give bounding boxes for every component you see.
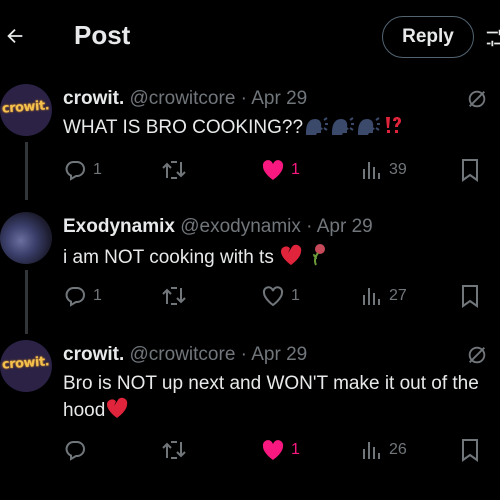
post-text: WHAT IS BRO COOKING?? <box>63 114 500 141</box>
reply-count: 1 <box>93 287 102 304</box>
views-action[interactable]: 26 <box>361 436 407 464</box>
heart-outline-icon <box>262 286 284 307</box>
repost-action[interactable] <box>161 436 193 464</box>
post-actions: 1 1 27 <box>63 282 500 312</box>
wilted-rose-emoji <box>313 244 326 266</box>
arrow-left-icon[interactable] <box>4 25 26 47</box>
reply-icon <box>65 287 85 307</box>
reply-action[interactable]: 1 <box>63 156 102 184</box>
repost-action[interactable] <box>161 156 193 184</box>
thread-line <box>25 142 28 200</box>
avatar[interactable] <box>0 212 52 264</box>
display-name[interactable]: crowit. <box>63 88 124 109</box>
reply-icon <box>65 441 85 461</box>
avatar-logo-text: crowit. <box>1 98 50 117</box>
views-action[interactable]: 39 <box>361 156 407 184</box>
separator: · <box>235 344 252 365</box>
post-actions: 1 1 39 <box>63 156 500 186</box>
speaking-head-emoji <box>306 117 329 135</box>
repost-icon <box>162 287 186 305</box>
bookmark-icon[interactable] <box>459 282 481 310</box>
reply-button[interactable]: Reply <box>382 16 474 58</box>
views-icon <box>363 442 380 459</box>
post-text: Bro is NOT up next and WON'T make it out… <box>63 370 500 424</box>
post-text-content: WHAT IS BRO COOKING?? <box>63 117 304 138</box>
post[interactable]: crowit. crowit. @crowitcore · Apr 29 Bro… <box>0 340 500 470</box>
separator: · <box>300 216 317 237</box>
exclamation-question-emoji <box>386 117 402 133</box>
grok-icon[interactable] <box>466 344 488 366</box>
post[interactable]: crowit. crowit. @crowitcore · Apr 29 WHA… <box>0 84 500 200</box>
grok-icon[interactable] <box>466 88 488 110</box>
post[interactable]: Exodynamix @exodynamix · Apr 29 i am NOT… <box>0 212 500 334</box>
display-name[interactable]: Exodynamix <box>63 216 175 237</box>
filter-icon[interactable] <box>485 27 500 49</box>
like-action[interactable]: 1 <box>261 282 300 310</box>
bookmark-icon[interactable] <box>459 156 481 184</box>
views-count: 39 <box>389 161 407 178</box>
repost-icon <box>162 441 186 459</box>
avatar-logo-text: crowit. <box>1 354 50 373</box>
like-action[interactable]: 1 <box>261 156 300 184</box>
reply-action[interactable]: 1 <box>63 282 102 310</box>
reply-action[interactable] <box>63 436 93 464</box>
post-date[interactable]: Apr 29 <box>251 88 307 109</box>
post-thread-view: Post Reply crowit. crowit. @crowitcore ·… <box>0 0 500 500</box>
repost-icon <box>162 161 186 179</box>
like-count: 1 <box>291 441 300 458</box>
broken-heart-emoji <box>107 397 128 418</box>
user-handle[interactable]: @crowitcore <box>130 344 236 365</box>
separator: · <box>235 88 252 109</box>
views-count: 26 <box>389 441 407 458</box>
avatar[interactable]: crowit. <box>0 340 52 392</box>
views-icon <box>363 288 380 305</box>
reply-count: 1 <box>93 161 102 178</box>
heart-filled-icon <box>262 440 284 460</box>
top-bar: Post Reply <box>0 0 500 76</box>
repost-action[interactable] <box>161 282 193 310</box>
display-name[interactable]: crowit. <box>63 344 124 365</box>
post-date[interactable]: Apr 29 <box>317 216 373 237</box>
like-count: 1 <box>291 287 300 304</box>
user-handle[interactable]: @crowitcore <box>130 88 236 109</box>
speaking-head-emoji <box>358 117 381 135</box>
post-date[interactable]: Apr 29 <box>251 344 307 365</box>
post-text-content: i am NOT cooking with ts <box>63 247 274 268</box>
views-action[interactable]: 27 <box>361 282 407 310</box>
post-header: crowit. @crowitcore · Apr 29 <box>63 344 307 366</box>
thread-line <box>25 270 28 334</box>
like-count: 1 <box>291 161 300 178</box>
speaking-head-emoji <box>332 117 355 135</box>
views-count: 27 <box>389 287 407 304</box>
avatar[interactable]: crowit. <box>0 84 52 136</box>
bookmark-icon[interactable] <box>459 436 481 464</box>
post-header: Exodynamix @exodynamix · Apr 29 <box>63 216 373 238</box>
post-actions: 1 26 <box>63 436 500 466</box>
user-handle[interactable]: @exodynamix <box>180 216 301 237</box>
like-action[interactable]: 1 <box>261 436 300 464</box>
page-title: Post <box>74 20 131 50</box>
post-text: i am NOT cooking with ts <box>63 242 500 271</box>
views-icon <box>363 162 380 179</box>
broken-heart-emoji <box>281 244 302 265</box>
heart-filled-icon <box>262 160 284 180</box>
post-header: crowit. @crowitcore · Apr 29 <box>63 88 307 110</box>
reply-icon <box>65 161 85 181</box>
